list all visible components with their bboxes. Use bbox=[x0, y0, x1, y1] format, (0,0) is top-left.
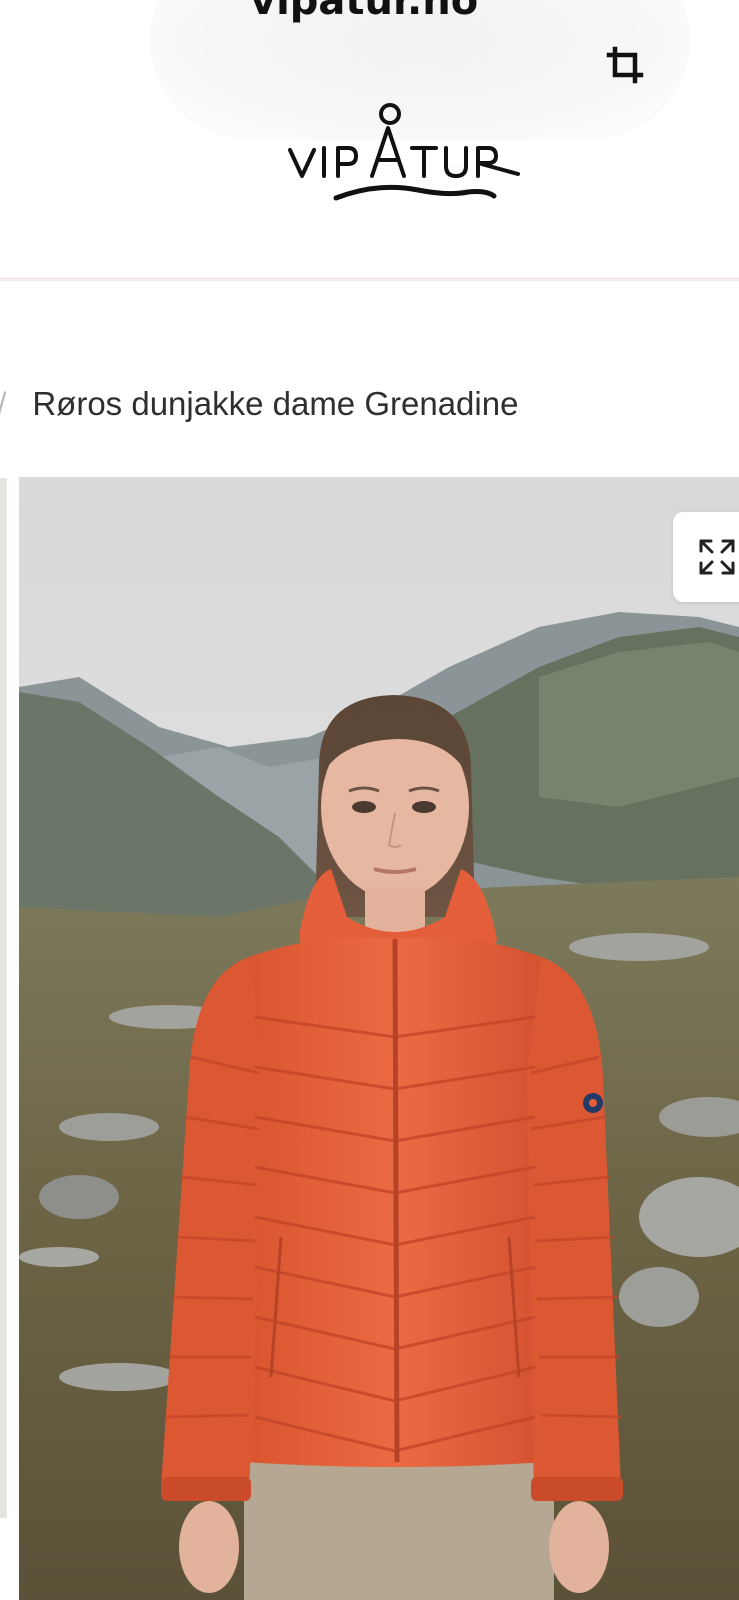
vipatur-logo-mark bbox=[288, 103, 520, 201]
product-image bbox=[19, 477, 739, 1600]
breadcrumb: / Røros dunjakke dame Grenadine bbox=[0, 380, 518, 428]
expand-icon bbox=[699, 539, 735, 575]
site-logo[interactable] bbox=[288, 100, 534, 212]
breadcrumb-separator: / bbox=[0, 387, 6, 421]
browser-domain-text[interactable]: vipatur.no bbox=[250, 0, 478, 24]
crop-button[interactable] bbox=[600, 40, 650, 90]
crop-icon bbox=[606, 46, 644, 84]
breadcrumb-current-page: Røros dunjakke dame Grenadine bbox=[32, 385, 519, 422]
header-divider bbox=[0, 277, 739, 281]
previous-image-edge[interactable] bbox=[0, 478, 7, 1518]
product-image-gallery[interactable] bbox=[19, 477, 739, 1600]
expand-image-button[interactable] bbox=[673, 512, 739, 602]
